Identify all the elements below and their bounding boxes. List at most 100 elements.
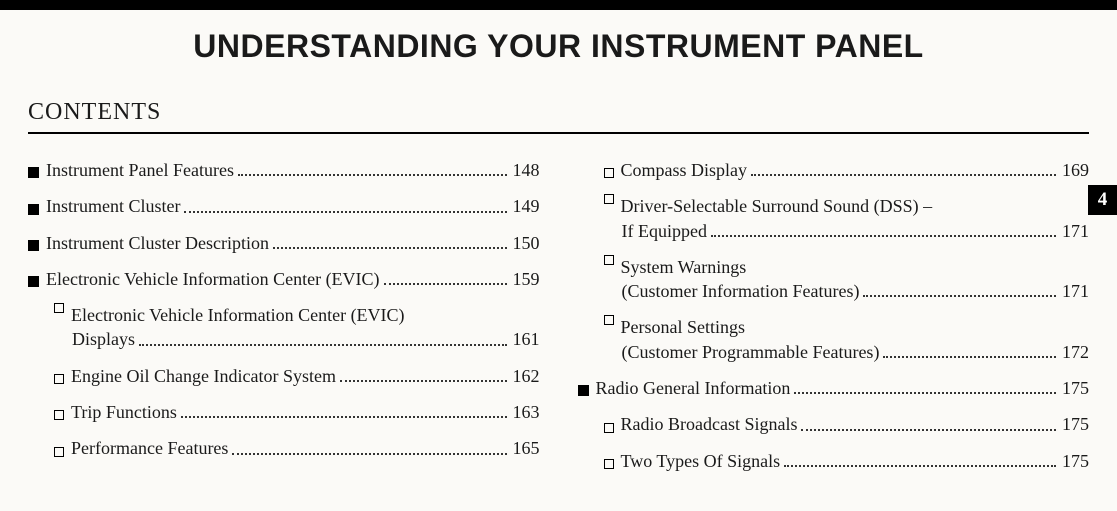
toc-leader-dots (794, 392, 1056, 394)
bullet-outline-icon (604, 423, 614, 433)
toc-page-number: 171 (1060, 219, 1089, 243)
toc-text: Instrument Cluster (46, 194, 180, 218)
toc-entry: Instrument Cluster 149 (28, 194, 540, 218)
top-black-bar (0, 0, 1117, 10)
toc-entry: Performance Features 165 (28, 436, 540, 460)
toc-leader-dots (273, 247, 507, 249)
toc-leader-dots (184, 211, 506, 213)
toc-column-left: Instrument Panel Features 148 Instrument C… (28, 158, 540, 485)
bullet-outline-icon (54, 303, 64, 313)
toc-leader-dots (139, 344, 507, 346)
toc-line-1: Personal Settings (604, 315, 1090, 339)
toc-page-number: 169 (1060, 158, 1089, 182)
toc-leader-dots (232, 453, 506, 455)
toc-entry: Personal Settings(Customer Programmable … (578, 315, 1090, 364)
toc-entry: Driver-Selectable Surround Sound (DSS) –… (578, 194, 1090, 243)
toc-text: Electronic Vehicle Information Center (E… (46, 267, 380, 291)
toc-leader-dots (784, 465, 1056, 467)
toc-multiline-wrap: Driver-Selectable Surround Sound (DSS) –… (604, 194, 1090, 243)
bullet-outline-icon (604, 168, 614, 178)
toc-entry: Compass Display 169 (578, 158, 1090, 182)
toc-entry: Instrument Panel Features 148 (28, 158, 540, 182)
toc-entry: Two Types Of Signals 175 (578, 449, 1090, 473)
bullet-outline-icon (604, 459, 614, 469)
toc-leader-dots (883, 356, 1056, 358)
chapter-title-container: UNDERSTANDING YOUR INSTRUMENT PANEL (0, 10, 1117, 71)
toc-leader-dots (384, 283, 507, 285)
toc-entry: Electronic Vehicle Information Center (E… (28, 303, 540, 352)
bullet-outline-icon (604, 315, 614, 325)
toc-text: If Equipped (622, 219, 707, 243)
toc-page-number: 148 (511, 158, 540, 182)
toc-entry: System Warnings(Customer Information Fea… (578, 255, 1090, 304)
toc-text: Radio Broadcast Signals (621, 412, 798, 436)
toc-page-number: 171 (1060, 279, 1089, 303)
toc-line-2: If Equipped 171 (604, 219, 1090, 243)
toc-page-number: 175 (1060, 376, 1089, 400)
toc-line-1: Driver-Selectable Surround Sound (DSS) – (604, 194, 1090, 218)
bullet-outline-icon (54, 410, 64, 420)
toc-leader-dots (751, 174, 1056, 176)
toc-text: (Customer Programmable Features) (622, 340, 880, 364)
contents-label: CONTENTS (28, 99, 1089, 130)
toc-line-1: Electronic Vehicle Information Center (E… (54, 303, 540, 327)
toc-page-number: 159 (511, 267, 540, 291)
toc-entry: Engine Oil Change Indicator System 162 (28, 364, 540, 388)
chapter-title: UNDERSTANDING YOUR INSTRUMENT PANEL (0, 28, 1117, 65)
section-tab: 4 (1088, 185, 1117, 215)
toc-text: Trip Functions (71, 400, 177, 424)
bullet-outline-icon (604, 255, 614, 265)
bullet-filled-icon (28, 167, 39, 178)
toc-page-number: 175 (1060, 449, 1089, 473)
toc-multiline-wrap: System Warnings(Customer Information Fea… (604, 255, 1090, 304)
toc-text: Displays (72, 327, 135, 351)
toc-multiline-wrap: Electronic Vehicle Information Center (E… (54, 303, 540, 352)
toc-page-number: 162 (511, 364, 540, 388)
toc-page-number: 163 (511, 400, 540, 424)
toc-line-1: System Warnings (604, 255, 1090, 279)
toc-line-2: (Customer Information Features) 171 (604, 279, 1090, 303)
toc-page-number: 175 (1060, 412, 1089, 436)
toc-line-2: (Customer Programmable Features) 172 (604, 340, 1090, 364)
toc-text: System Warnings (621, 255, 747, 279)
toc-text: (Customer Information Features) (622, 279, 860, 303)
toc-leader-dots (863, 295, 1056, 297)
bullet-filled-icon (578, 385, 589, 396)
bullet-outline-icon (604, 194, 614, 204)
bullet-filled-icon (28, 240, 39, 251)
toc-line-2: Displays 161 (54, 327, 540, 351)
toc-column-right: Compass Display 169 Driver-Selectable Surr… (578, 158, 1090, 485)
toc-page-number: 149 (511, 194, 540, 218)
toc-text: Personal Settings (621, 315, 746, 339)
toc-leader-dots (711, 235, 1056, 237)
bullet-outline-icon (54, 374, 64, 384)
toc-entry: Trip Functions 163 (28, 400, 540, 424)
toc-entry: Radio Broadcast Signals 175 (578, 412, 1090, 436)
toc-page-number: 165 (511, 436, 540, 460)
contents-header-wrap: CONTENTS (0, 71, 1117, 134)
toc-text: Engine Oil Change Indicator System (71, 364, 336, 388)
toc-leader-dots (238, 174, 507, 176)
bullet-outline-icon (54, 447, 64, 457)
toc-columns: Instrument Panel Features 148 Instrument C… (0, 134, 1117, 485)
toc-page-number: 150 (511, 231, 540, 255)
toc-text: Performance Features (71, 436, 228, 460)
toc-page-number: 161 (511, 327, 540, 351)
toc-text: Instrument Panel Features (46, 158, 234, 182)
toc-text: Driver-Selectable Surround Sound (DSS) – (621, 194, 933, 218)
bullet-filled-icon (28, 276, 39, 287)
bullet-filled-icon (28, 204, 39, 215)
toc-text: Instrument Cluster Description (46, 231, 269, 255)
toc-leader-dots (801, 429, 1056, 431)
toc-leader-dots (340, 380, 507, 382)
toc-entry: Radio General Information 175 (578, 376, 1090, 400)
toc-entry: Electronic Vehicle Information Center (E… (28, 267, 540, 291)
toc-text: Radio General Information (596, 376, 791, 400)
toc-multiline-wrap: Personal Settings(Customer Programmable … (604, 315, 1090, 364)
toc-leader-dots (181, 416, 507, 418)
toc-text: Two Types Of Signals (621, 449, 781, 473)
toc-entry: Instrument Cluster Description 150 (28, 231, 540, 255)
toc-page-number: 172 (1060, 340, 1089, 364)
toc-text: Electronic Vehicle Information Center (E… (71, 303, 405, 327)
toc-text: Compass Display (621, 158, 748, 182)
